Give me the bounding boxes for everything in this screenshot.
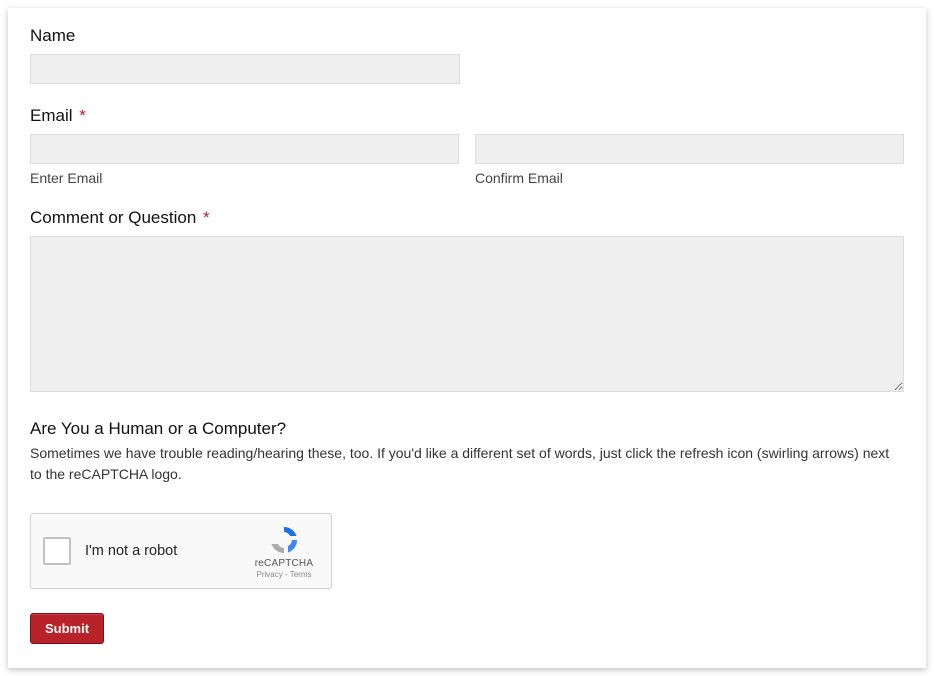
required-star-icon: * <box>203 208 210 227</box>
captcha-heading: Are You a Human or a Computer? <box>30 419 904 439</box>
submit-button[interactable]: Submit <box>30 613 104 644</box>
recaptcha-brand: reCAPTCHA Privacy - Terms <box>249 524 319 579</box>
comment-label: Comment or Question * <box>30 208 904 228</box>
enter-email-input[interactable] <box>30 134 459 164</box>
comment-field-group: Comment or Question * <box>30 208 904 397</box>
recaptcha-brand-name: reCAPTCHA <box>255 558 313 569</box>
email-label: Email * <box>30 106 904 126</box>
name-input[interactable] <box>30 54 460 84</box>
email-label-text: Email <box>30 106 73 125</box>
enter-email-col: Enter Email <box>30 134 459 186</box>
confirm-email-sublabel: Confirm Email <box>475 170 904 186</box>
recaptcha-logo-icon <box>268 524 300 556</box>
name-field-group: Name <box>30 26 904 84</box>
captcha-section: Are You a Human or a Computer? Sometimes… <box>30 419 904 589</box>
email-field-group: Email * Enter Email Confirm Email <box>30 106 904 186</box>
confirm-email-col: Confirm Email <box>475 134 904 186</box>
comment-textarea[interactable] <box>30 236 904 392</box>
comment-label-text: Comment or Question <box>30 208 196 227</box>
contact-form: Name Email * Enter Email Confirm Email C… <box>8 8 926 668</box>
recaptcha-checkbox[interactable] <box>43 537 71 565</box>
captcha-help-text: Sometimes we have trouble reading/hearin… <box>30 443 904 485</box>
required-star-icon: * <box>79 106 86 125</box>
email-row: Enter Email Confirm Email <box>30 134 904 186</box>
recaptcha-label: I'm not a robot <box>85 543 249 559</box>
confirm-email-input[interactable] <box>475 134 904 164</box>
recaptcha-widget: I'm not a robot reCAPTCHA Privacy - Term… <box>30 513 332 589</box>
name-label: Name <box>30 26 904 46</box>
recaptcha-privacy-terms[interactable]: Privacy - Terms <box>257 570 312 579</box>
enter-email-sublabel: Enter Email <box>30 170 459 186</box>
